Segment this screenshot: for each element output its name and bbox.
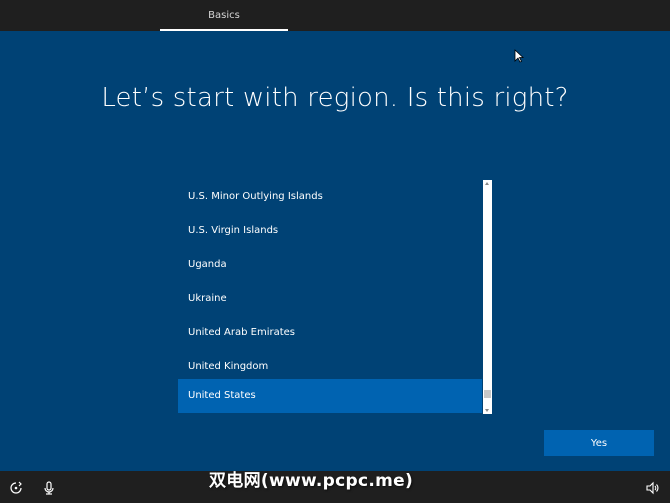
mouse-cursor-icon bbox=[514, 48, 525, 67]
region-item-uganda[interactable]: Uganda bbox=[178, 248, 482, 281]
main-panel: Let’s start with region. Is this right? … bbox=[0, 31, 670, 471]
region-item-us-minor-outlying-islands[interactable]: U.S. Minor Outlying Islands bbox=[178, 180, 482, 213]
scroll-down-arrow-icon[interactable] bbox=[485, 409, 489, 412]
tab-basics-label: Basics bbox=[208, 10, 240, 21]
region-list-scrollbar[interactable] bbox=[483, 180, 492, 414]
volume-icon[interactable] bbox=[644, 480, 660, 496]
region-list[interactable]: U.S. Minor Outlying Islands U.S. Virgin … bbox=[178, 180, 492, 414]
region-item-ukraine[interactable]: Ukraine bbox=[178, 282, 482, 315]
tab-basics[interactable]: Basics bbox=[160, 0, 288, 31]
yes-button[interactable]: Yes bbox=[544, 430, 654, 456]
watermark-text: 双电网(www.pcpc.me) bbox=[209, 471, 414, 491]
ease-of-access-icon[interactable] bbox=[8, 480, 24, 496]
region-item-united-arab-emirates[interactable]: United Arab Emirates bbox=[178, 316, 482, 349]
region-item-us-virgin-islands[interactable]: U.S. Virgin Islands bbox=[178, 214, 482, 247]
region-item-united-states[interactable]: United States bbox=[178, 379, 482, 413]
top-bar: Basics bbox=[0, 0, 670, 31]
page-title: Let’s start with region. Is this right? bbox=[101, 83, 569, 113]
microphone-icon[interactable] bbox=[41, 480, 57, 496]
scroll-thumb[interactable] bbox=[484, 390, 491, 398]
scroll-up-arrow-icon[interactable] bbox=[485, 182, 489, 185]
